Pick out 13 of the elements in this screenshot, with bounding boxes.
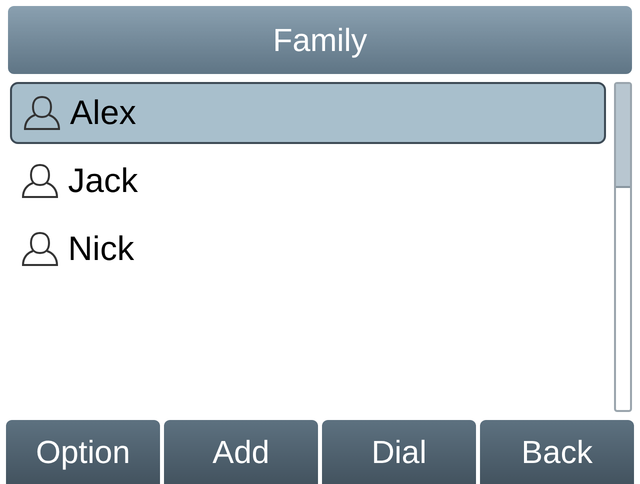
contact-item[interactable]: Alex bbox=[10, 82, 606, 144]
softkey-button[interactable]: Dial bbox=[322, 420, 476, 484]
person-icon bbox=[20, 161, 60, 201]
scroll-thumb[interactable] bbox=[616, 84, 630, 188]
contact-item[interactable]: Nick bbox=[10, 218, 606, 280]
softkey-button[interactable]: Back bbox=[480, 420, 634, 484]
softkey-button[interactable]: Option bbox=[6, 420, 160, 484]
scrollbar[interactable] bbox=[614, 82, 632, 412]
person-icon bbox=[20, 229, 60, 269]
contact-item[interactable]: Jack bbox=[10, 150, 606, 212]
softkey-button[interactable]: Add bbox=[164, 420, 318, 484]
title-bar: Family bbox=[8, 6, 632, 74]
person-icon bbox=[22, 93, 62, 133]
